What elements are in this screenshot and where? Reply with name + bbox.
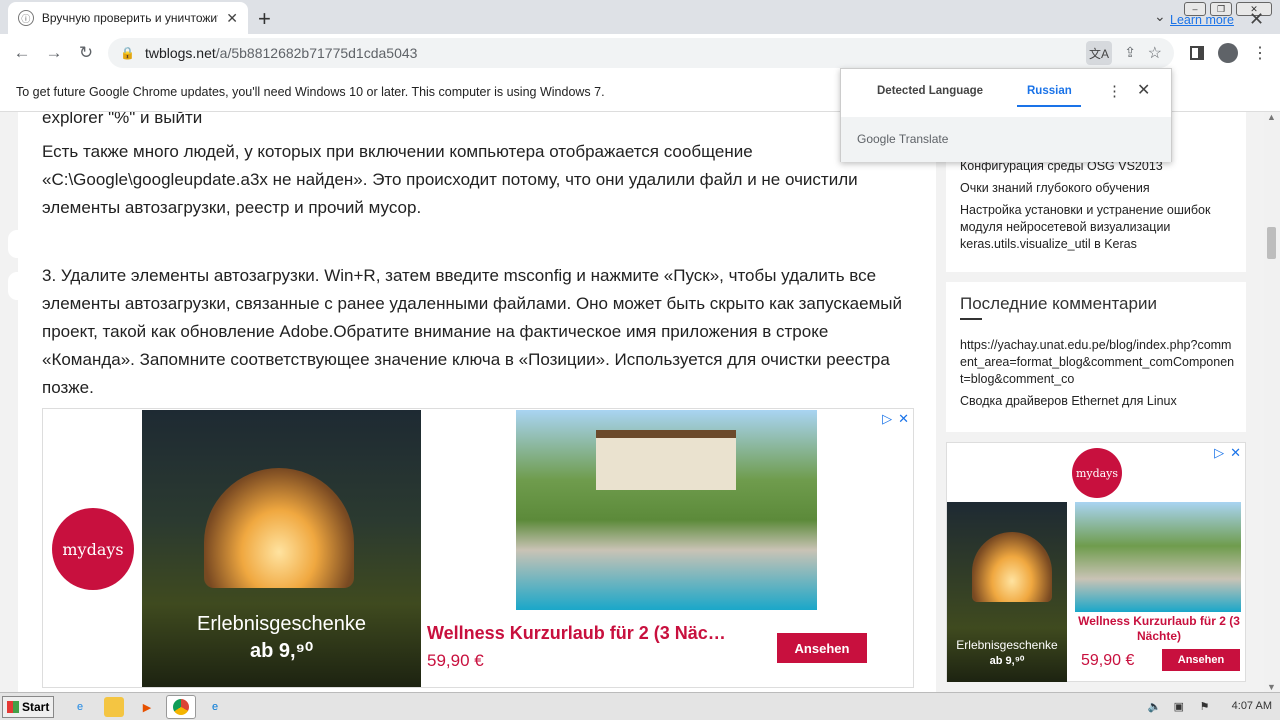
ad-dome-caption: Erlebnisgeschenke <box>956 638 1058 652</box>
ad-headline[interactable]: Wellness Kurzurlaub für 2 (3 Näc… <box>427 623 726 644</box>
tab-detected-language[interactable]: Detected Language <box>877 85 983 97</box>
media-player-icon[interactable]: ▶ <box>137 697 157 717</box>
glowing-dome-graphic <box>972 532 1052 602</box>
dome-image[interactable]: Erlebnisgeschenke ab 9,⁹⁰ <box>947 502 1067 682</box>
scroll-down-icon[interactable]: ▼ <box>1267 682 1276 692</box>
ad-cta-button[interactable]: Ansehen <box>777 633 867 663</box>
hotel-image[interactable] <box>1075 502 1241 612</box>
infobar-close-icon[interactable]: ✕ <box>1249 9 1264 30</box>
comment-link[interactable]: Сводка драйверов Ethernet для Linux <box>960 393 1236 410</box>
recent-comments-widget: Последние комментарии https://yachay.una… <box>946 282 1246 432</box>
windows-taskbar: Start e ▶ e 🔈 ▣ ⚑ 4:07 AM <box>0 692 1280 720</box>
web-page: explorer "%" и выйти Есть также много лю… <box>0 112 1280 692</box>
dome-image[interactable]: Erlebnisgeschenke ab 9,⁹⁰ <box>142 410 421 687</box>
active-tab-indicator <box>1017 105 1081 107</box>
url-text: twblogs.net/a/5b8812682b71775d1cda5043 <box>145 45 417 61</box>
profile-avatar-icon[interactable] <box>1218 43 1238 63</box>
translate-icon[interactable]: 文A <box>1086 41 1112 65</box>
translate-options-icon[interactable]: ⋮ <box>1107 82 1122 100</box>
article-paragraph: explorer "%" и выйти <box>42 112 203 127</box>
ad-choices[interactable]: ▷ ✕ <box>882 411 909 427</box>
tab-close-icon[interactable]: ✕ <box>226 10 238 27</box>
browser-titlebar: ⓘ Вручную проверить и уничтожить ✕ + ⌄ –… <box>0 0 1280 34</box>
clock[interactable]: 4:07 AM <box>1232 700 1272 712</box>
address-bar[interactable]: 🔒 twblogs.net/a/5b8812682b71775d1cda5043… <box>108 38 1174 68</box>
bookmark-star-icon[interactable]: ☆ <box>1148 43 1162 63</box>
translate-popup: Detected Language Russian ⋮ ✕ Google Tra… <box>840 68 1172 162</box>
hotel-image[interactable] <box>516 410 817 610</box>
sidebar-advertisement[interactable]: ▷ ✕ mydays Erlebnisgeschenke ab 9,⁹⁰ Wel… <box>946 442 1246 682</box>
share-icon[interactable]: ⇪ <box>1124 44 1136 61</box>
start-button[interactable]: Start <box>2 696 54 718</box>
system-tray: 🔈 ▣ ⚑ 4:07 AM <box>1148 700 1272 713</box>
mydays-logo[interactable]: mydays <box>52 508 134 590</box>
scroll-up-icon[interactable]: ▲ <box>1267 112 1276 122</box>
mydays-logo[interactable]: mydays <box>1072 448 1122 498</box>
new-tab-button[interactable]: + <box>258 6 271 32</box>
action-center-flag-icon[interactable]: ⚑ <box>1200 700 1214 713</box>
article-paragraph: Есть также много людей, у которых при вк… <box>42 142 858 217</box>
article-paragraph: 3. Удалите элементы автозагрузки. Win+R,… <box>42 266 902 397</box>
reload-icon[interactable]: ↻ <box>70 43 102 63</box>
url-host: twblogs.net <box>144 45 216 61</box>
sidebar-link[interactable]: Настройка установки и устранение ошибок … <box>960 202 1236 253</box>
back-arrow-icon[interactable]: ← <box>6 43 38 63</box>
sidebar: Конфигурация среды OSG VS2013 Очки знани… <box>946 112 1246 692</box>
chrome-menu-icon[interactable]: ⋮ <box>1252 43 1268 63</box>
adchoices-icon[interactable]: ▷ <box>882 411 892 427</box>
adchoices-icon[interactable]: ▷ <box>1214 445 1224 461</box>
volume-icon[interactable]: 🔈 <box>1148 700 1162 713</box>
file-explorer-icon[interactable] <box>104 697 124 717</box>
scrollbar-thumb[interactable] <box>1267 227 1276 259</box>
google-translate-brand: Google Translate <box>857 132 949 146</box>
internet-explorer-icon[interactable]: e <box>70 697 90 717</box>
side-panel-icon[interactable] <box>1190 46 1204 60</box>
start-label: Start <box>22 700 50 714</box>
tab-target-language[interactable]: Russian <box>1027 85 1072 97</box>
network-icon[interactable]: ▣ <box>1174 700 1188 713</box>
chrome-icon <box>173 699 189 715</box>
comment-link[interactable]: https://yachay.unat.edu.pe/blog/index.ph… <box>960 337 1236 388</box>
edge-icon[interactable]: e <box>205 697 225 717</box>
ad-headline[interactable]: Wellness Kurzurlaub für 2 (3 Nächte) <box>1075 614 1243 644</box>
vertical-scrollbar[interactable]: ▲ ▼ <box>1264 112 1280 692</box>
learn-more-link[interactable]: Learn more <box>1170 13 1234 27</box>
ad-dome-caption: Erlebnisgeschenke <box>197 613 366 635</box>
tab-title: Вручную проверить и уничтожить <box>41 11 219 25</box>
ad-price: 59,90 € <box>1081 652 1135 669</box>
sidebar-link[interactable]: Очки знаний глубокого обучения <box>960 180 1236 197</box>
side-dot <box>8 230 26 258</box>
site-favicon-icon: ⓘ <box>18 10 34 26</box>
ad-price: 59,90 € <box>427 651 484 670</box>
ad-cta-button[interactable]: Ansehen <box>1162 649 1240 671</box>
main-advertisement[interactable]: ▷ ✕ mydays Erlebnisgeschenke ab 9,⁹⁰ Wel… <box>42 408 914 688</box>
glowing-dome-graphic <box>204 468 354 588</box>
chrome-taskbar-button[interactable] <box>166 695 196 719</box>
translate-footer: Google Translate <box>841 117 1171 162</box>
url-path: /a/5b8812682b71775d1cda5043 <box>215 45 418 61</box>
toolbar-right-group: ⋮ <box>1190 43 1268 63</box>
hotel-building-graphic <box>596 430 736 490</box>
infobar-message: To get future Google Chrome updates, you… <box>16 84 605 99</box>
lock-icon[interactable]: 🔒 <box>120 46 135 60</box>
ad-close-icon[interactable]: ✕ <box>898 411 909 427</box>
side-ad-choices[interactable]: ▷ ✕ <box>1214 445 1241 461</box>
translate-close-icon[interactable]: ✕ <box>1137 80 1150 100</box>
browser-toolbar: ← → ↻ 🔒 twblogs.net/a/5b8812682b71775d1c… <box>0 34 1280 72</box>
widget-title: Последние комментарии <box>960 294 1157 313</box>
title-underline <box>960 318 982 320</box>
ad-close-icon[interactable]: ✕ <box>1230 445 1241 461</box>
side-dot <box>8 272 26 300</box>
windows-logo-icon <box>7 701 19 713</box>
ad-dome-price-caption: ab 9,⁹⁰ <box>249 640 314 662</box>
ad-dome-price-caption: ab 9,⁹⁰ <box>989 655 1025 667</box>
browser-tab[interactable]: ⓘ Вручную проверить и уничтожить ✕ <box>8 2 248 34</box>
tab-search-chevron-icon[interactable]: ⌄ <box>1154 8 1166 25</box>
forward-arrow-icon[interactable]: → <box>38 43 70 63</box>
